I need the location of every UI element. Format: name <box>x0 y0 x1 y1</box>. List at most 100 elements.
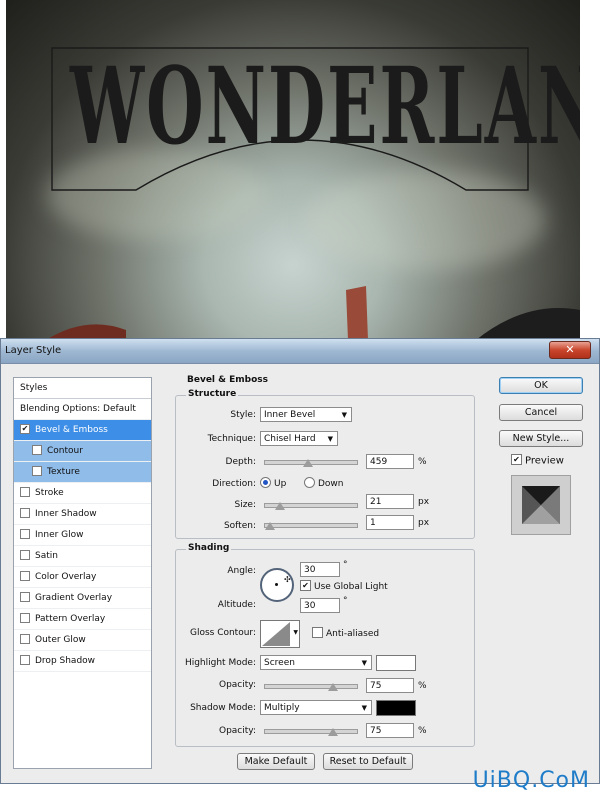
style-item-label: Inner Shadow <box>35 509 97 519</box>
shadow-opacity-input[interactable]: 75 <box>366 723 414 738</box>
gloss-contour-picker[interactable]: ▼ <box>260 620 300 648</box>
direction-down-radio[interactable]: Down <box>304 477 344 489</box>
checkbox-box[interactable] <box>20 528 30 539</box>
styles-header[interactable]: Styles <box>14 378 151 399</box>
style-item[interactable]: Texture <box>14 462 151 483</box>
angle-label: Angle: <box>227 566 256 576</box>
cancel-button[interactable]: Cancel <box>499 404 583 421</box>
direction-down-label: Down <box>318 479 344 489</box>
shadow-color-swatch[interactable] <box>376 700 416 716</box>
shadow-opacity-label: Opacity: <box>219 726 256 736</box>
shadow-opacity-unit: % <box>418 726 427 736</box>
new-style-button[interactable]: New Style... <box>499 430 583 447</box>
style-item[interactable]: Contour <box>14 441 151 462</box>
checkbox-box[interactable] <box>32 465 42 476</box>
preview-checkbox[interactable]: ✔ Preview <box>511 454 564 467</box>
style-item[interactable]: Satin <box>14 546 151 567</box>
structure-title: Structure <box>186 389 239 399</box>
checkbox-box[interactable] <box>32 444 42 455</box>
soften-slider[interactable] <box>264 522 358 530</box>
direction-up-label: Up <box>274 479 287 489</box>
style-item-label: Satin <box>35 551 58 561</box>
checkbox-box[interactable] <box>20 549 30 560</box>
layer-style-dialog: Layer Style ✕ Styles Blending Options: D… <box>0 338 600 784</box>
soften-unit: px <box>418 518 430 528</box>
style-item[interactable]: Drop Shadow <box>14 651 151 672</box>
technique-label: Technique: <box>207 434 256 444</box>
highlight-opacity-input[interactable]: 75 <box>366 678 414 693</box>
anti-aliased-checkbox[interactable]: Anti-aliased <box>312 627 380 639</box>
chevron-down-icon: ▼ <box>341 411 347 419</box>
artwork-title: WONDERLAND <box>70 44 580 169</box>
anti-aliased-label: Anti-aliased <box>326 629 380 639</box>
styles-list: Styles Blending Options: Default ✔ Bevel &… <box>13 377 152 769</box>
style-item[interactable]: Inner Shadow <box>14 504 151 525</box>
style-dropdown[interactable]: Inner Bevel ▼ <box>260 407 352 422</box>
make-default-button[interactable]: Make Default <box>237 753 315 770</box>
direction-up-radio[interactable]: Up <box>260 477 287 489</box>
style-item[interactable]: Inner Glow <box>14 525 151 546</box>
chevron-down-icon: ▼ <box>361 704 367 712</box>
style-item-label: Outer Glow <box>35 635 86 645</box>
checkbox-box[interactable] <box>20 570 30 581</box>
shadow-opacity-thumb[interactable] <box>328 728 338 736</box>
size-slider-thumb[interactable] <box>275 502 286 510</box>
depth-slider-thumb[interactable] <box>302 459 313 467</box>
highlight-opacity-slider[interactable] <box>264 683 358 691</box>
style-item-label: Bevel & Emboss <box>35 425 108 435</box>
size-label: Size: <box>234 500 256 510</box>
style-label: Style: <box>230 410 256 420</box>
global-light-checkbox[interactable]: ✔ Use Global Light <box>300 580 388 592</box>
style-item[interactable]: Blending Options: Default <box>14 399 151 420</box>
style-item[interactable]: Color Overlay <box>14 567 151 588</box>
shadow-mode-dropdown[interactable]: Multiply ▼ <box>260 700 372 715</box>
chevron-down-icon: ▼ <box>327 435 333 443</box>
technique-dropdown[interactable]: Chisel Hard ▼ <box>260 431 338 446</box>
style-items: Blending Options: Default ✔ Bevel & Emboss… <box>14 399 151 672</box>
checkbox-box[interactable] <box>20 654 30 665</box>
ok-button[interactable]: OK <box>499 377 583 394</box>
depth-input[interactable]: 459 <box>366 454 414 469</box>
style-item[interactable]: Outer Glow <box>14 630 151 651</box>
style-item[interactable]: Gradient Overlay <box>14 588 151 609</box>
highlight-color-swatch[interactable] <box>376 655 416 671</box>
depth-slider[interactable] <box>264 459 358 467</box>
shadow-mode-value: Multiply <box>264 703 300 713</box>
check-icon[interactable]: ✔ <box>20 423 30 434</box>
gloss-label: Gloss Contour: <box>189 628 256 638</box>
highlight-mode-dropdown[interactable]: Screen ▼ <box>260 655 372 670</box>
angle-input[interactable]: 30 <box>300 562 340 577</box>
section-title: Bevel & Emboss <box>187 375 268 385</box>
style-item-label: Inner Glow <box>35 530 84 540</box>
size-input[interactable]: 21 <box>366 494 414 509</box>
reset-to-default-button[interactable]: Reset to Default <box>323 753 413 770</box>
style-item-label: Color Overlay <box>35 572 97 582</box>
highlight-mode-value: Screen <box>264 658 295 668</box>
shading-group: Shading Angle: ✣ 30 ° ✔ Use Global Light … <box>175 543 475 747</box>
watermark: UiBQ.CoM <box>472 768 590 793</box>
style-item[interactable]: Pattern Overlay <box>14 609 151 630</box>
chevron-down-icon: ▼ <box>361 659 367 667</box>
soften-slider-thumb[interactable] <box>265 522 275 530</box>
checkbox-box[interactable] <box>20 507 30 518</box>
soften-input[interactable]: 1 <box>366 515 414 530</box>
technique-value: Chisel Hard <box>264 434 316 444</box>
checkbox-box[interactable] <box>20 486 30 497</box>
shadow-opacity-slider[interactable] <box>264 728 358 736</box>
close-button[interactable]: ✕ <box>549 341 591 359</box>
style-item-label: Blending Options: Default <box>20 404 136 414</box>
altitude-label: Altitude: <box>217 600 256 610</box>
preview-label: Preview <box>525 455 564 467</box>
checkbox-box[interactable] <box>20 612 30 623</box>
style-item-label: Pattern Overlay <box>35 614 106 624</box>
style-item[interactable]: ✔ Bevel & Emboss <box>14 420 151 441</box>
style-item[interactable]: Stroke <box>14 483 151 504</box>
angle-dial[interactable]: ✣ <box>260 568 294 602</box>
checkbox-box[interactable] <box>20 633 30 644</box>
radio-icon <box>260 477 271 488</box>
checkbox-box[interactable] <box>20 591 30 602</box>
radio-icon <box>304 477 315 488</box>
highlight-opacity-thumb[interactable] <box>328 683 338 691</box>
size-slider[interactable] <box>264 502 358 510</box>
altitude-input[interactable]: 30 <box>300 598 340 613</box>
